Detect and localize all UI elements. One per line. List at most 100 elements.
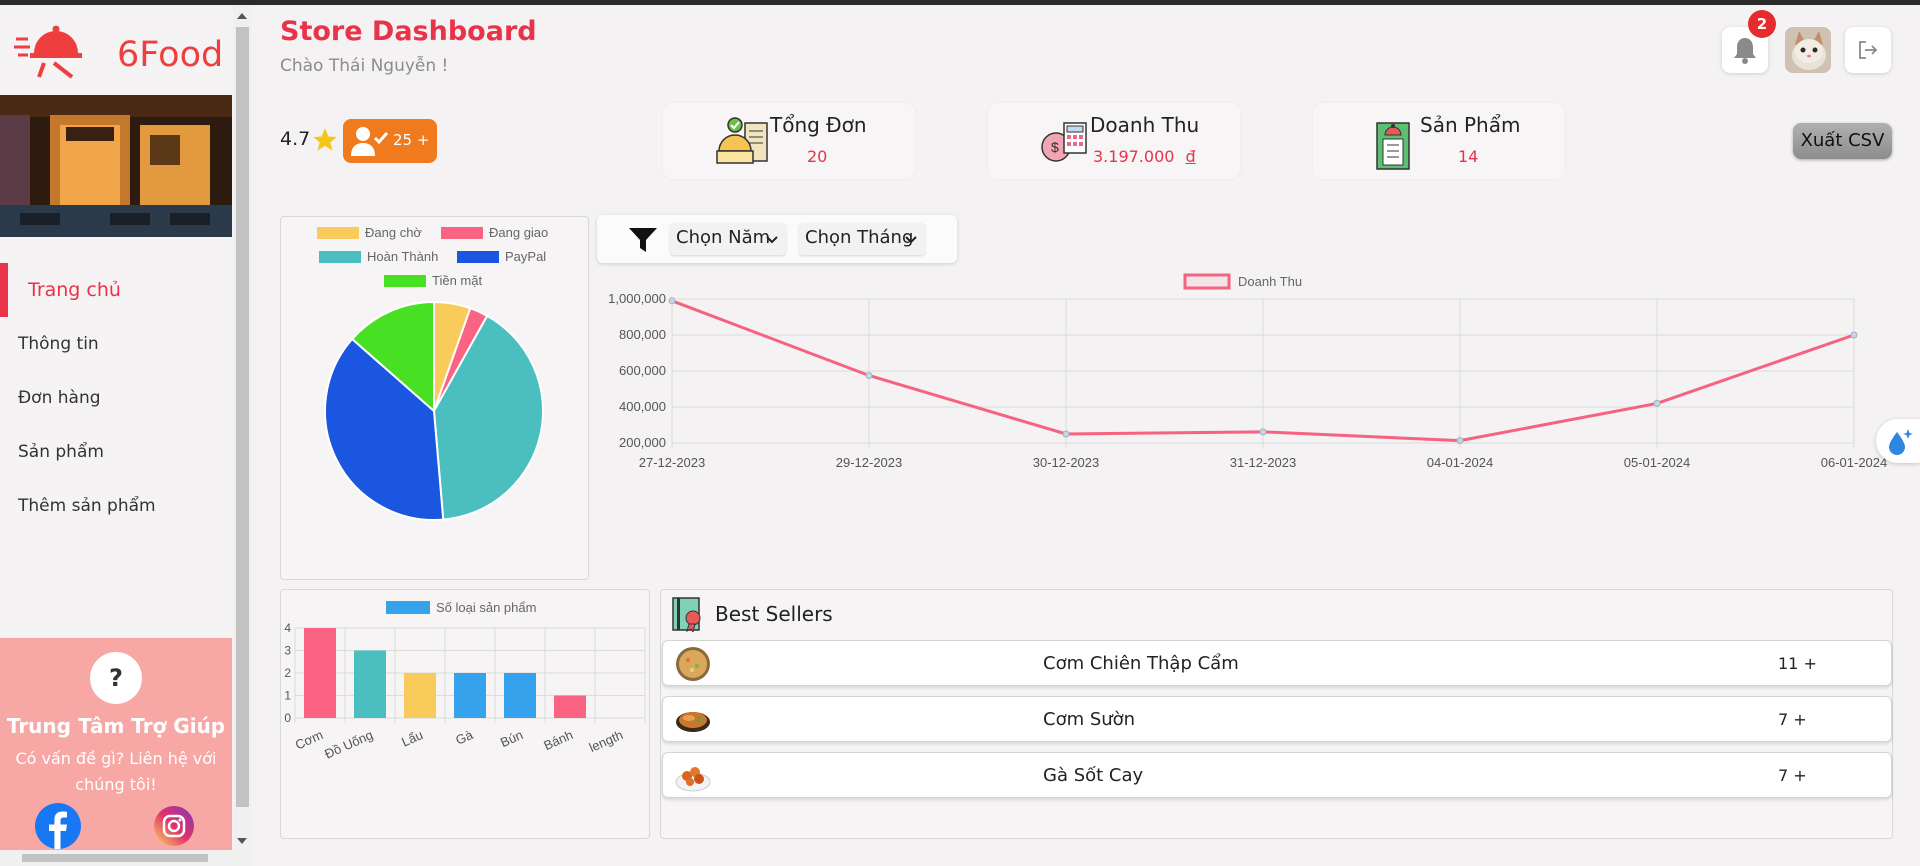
bar-legend-label: Số loại sản phẩm — [436, 600, 536, 615]
bar-ytick-label: 2 — [284, 666, 291, 680]
help-center: ? Trung Tâm Trợ Giúp Có vấn đề gì? Liên … — [0, 638, 232, 866]
bar-xtick-label: Bánh — [541, 727, 575, 753]
help-description: Có vấn đề gì? Liên hệ với chúng tôi! — [15, 749, 217, 794]
bar-ytick-label: 1 — [284, 689, 291, 703]
bar — [304, 628, 336, 718]
chevron-down-icon — [766, 236, 778, 244]
line-xtick-label: 06-01-2024 — [1821, 455, 1888, 470]
scroll-down-arrow-icon[interactable] — [237, 838, 247, 844]
month-select[interactable]: Chọn Tháng — [799, 223, 925, 255]
star-icon — [313, 128, 337, 151]
app-logo[interactable]: 6Food — [14, 17, 224, 85]
pie-legend-label: PayPal — [505, 249, 546, 264]
revenue-unit: đ — [1185, 147, 1196, 166]
pie-legend-swatch — [319, 251, 361, 263]
best-seller-name: Cơm Sườn — [1043, 709, 1136, 730]
pie-legend-label: Hoàn Thành — [367, 249, 438, 264]
line-xtick-label: 04-01-2024 — [1427, 455, 1494, 470]
line-ytick-label: 200,000 — [619, 435, 666, 450]
stat-value-revenue: 3.197.000 đ — [1093, 147, 1196, 166]
user-check-icon — [351, 127, 389, 156]
store-rating: 4.7 — [280, 128, 311, 150]
sidebar-item-home[interactable]: Trang chủ — [0, 263, 232, 317]
line-xtick-label: 31-12-2023 — [1230, 455, 1297, 470]
best-seller-qty: 7 + — [1778, 710, 1807, 729]
facebook-icon[interactable] — [35, 803, 81, 849]
scroll-thumb[interactable] — [236, 27, 249, 807]
window-top-bar — [0, 0, 1920, 5]
best-seller-row[interactable]: Cơm Sườn 7 + — [662, 696, 1892, 742]
best-sellers-title: Best Sellers — [715, 602, 833, 626]
product-icon — [1376, 122, 1410, 170]
logout-button[interactable] — [1845, 27, 1891, 73]
pie-legend-swatch — [457, 251, 499, 263]
bar-ytick-label: 3 — [284, 644, 291, 658]
scroll-up-arrow-icon[interactable] — [237, 13, 247, 19]
line-point — [1259, 428, 1267, 436]
help-title: Trung Tâm Trợ Giúp — [6, 714, 226, 738]
year-select-label: Chọn Năm — [676, 227, 771, 248]
line-legend-swatch — [1183, 273, 1231, 290]
sidebar: 6Food Trang chủ Thông tin Đơn hàng Sản p… — [0, 5, 232, 866]
export-csv-button[interactable]: Xuất CSV — [1793, 123, 1892, 159]
floating-assistant-button[interactable] — [1876, 419, 1920, 463]
revenue-line-chart: Doanh Thu 1,000,000 800,000 600,000 400,000 2… — [608, 273, 1888, 470]
bar-xtick-label: Gà — [453, 727, 476, 748]
avatar[interactable] — [1785, 27, 1831, 73]
page-title: Store Dashboard — [280, 16, 537, 47]
question-icon: ? — [90, 652, 142, 704]
stat-label-products: Sản Phẩm — [1420, 113, 1521, 137]
year-select[interactable]: Chọn Năm — [670, 223, 786, 255]
line-xtick-label: 30-12-2023 — [1033, 455, 1100, 470]
best-seller-name: Cơm Chiên Thập Cẩm — [1043, 653, 1239, 674]
sidebar-nav: Trang chủ Thông tin Đơn hàng Sản phẩm Th… — [0, 263, 232, 533]
stat-value-orders: 20 — [807, 147, 828, 166]
best-seller-row[interactable]: Cơm Chiên Thập Cẩm 11 + — [662, 640, 1892, 686]
pie-legend-label: Tiền mặt — [432, 273, 482, 288]
stat-value-products: 14 — [1458, 147, 1479, 166]
pie-legend-swatch — [384, 275, 426, 287]
bell-icon — [1734, 38, 1756, 64]
status-pie-chart: Đang chờ Đang giao Hoàn Thành PayPal Tiền mặ… — [317, 225, 548, 521]
stat-card-products: Sản Phẩm 14 — [1313, 103, 1565, 179]
bar-ytick-label: 0 — [284, 711, 291, 725]
pie-legend-swatch — [441, 227, 483, 239]
line-point — [1850, 331, 1858, 339]
pie-legend-swatch — [317, 227, 359, 239]
instagram-icon[interactable] — [154, 806, 194, 846]
fried-rice-image — [676, 647, 710, 681]
sidebar-item-info[interactable]: Thông tin — [0, 317, 232, 371]
hscroll-thumb[interactable] — [22, 854, 208, 862]
bar-xtick-label: length — [587, 727, 625, 755]
best-seller-row[interactable]: Gà Sốt Cay 7 + — [662, 752, 1892, 798]
app-name: 6Food — [117, 35, 224, 75]
bar-ytick-label: 4 — [284, 621, 291, 635]
line-point — [865, 372, 873, 379]
vertical-scrollbar[interactable] — [233, 5, 252, 850]
bar-xtick-label: Lẩu — [399, 727, 425, 750]
line-point — [1456, 437, 1464, 445]
line-ytick-label: 600,000 — [619, 363, 666, 378]
line-ytick-label: 400,000 — [619, 399, 666, 414]
sidebar-item-products[interactable]: Sản phẩm — [0, 425, 232, 479]
revenue-amount: 3.197.000 — [1093, 147, 1175, 166]
sidebar-item-orders[interactable]: Đơn hàng — [0, 371, 232, 425]
bar — [354, 650, 386, 718]
month-select-label: Chọn Tháng — [805, 227, 914, 248]
line-legend-label: Doanh Thu — [1238, 274, 1302, 289]
rice-ribs-image — [676, 712, 710, 732]
stat-card-orders: Tổng Đơn 20 — [663, 103, 915, 179]
bar-xtick-label: Đồ Uống — [322, 727, 375, 762]
chevron-down-icon — [905, 236, 917, 244]
filter-icon[interactable] — [628, 227, 658, 253]
store-photo — [0, 95, 232, 237]
followers-badge[interactable]: 25 + — [343, 119, 437, 163]
revenue-icon: $ — [1041, 122, 1087, 162]
best-seller-qty: 11 + — [1778, 654, 1817, 673]
bar-xtick-label: Bún — [498, 727, 525, 750]
best-seller-name: Gà Sốt Cay — [1043, 765, 1144, 786]
line-point — [1062, 430, 1070, 438]
sidebar-item-add-product[interactable]: Thêm sản phẩm — [0, 479, 232, 533]
stat-label-revenue: Doanh Thu — [1090, 113, 1200, 137]
horizontal-scrollbar[interactable] — [0, 850, 252, 866]
